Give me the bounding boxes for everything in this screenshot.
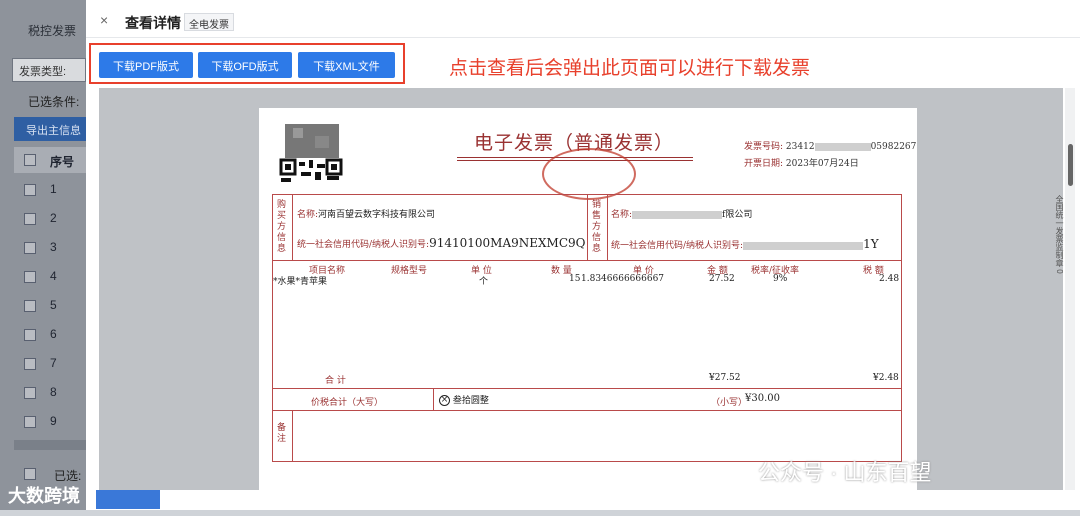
buyer-name: 名称:河南百望云数字科技有限公司 xyxy=(297,207,435,220)
seller-name: 名称: f限公司 xyxy=(611,207,752,220)
panel-title: 查看详情 xyxy=(125,15,181,31)
panel-header: × 查看详情 全电发票 xyxy=(86,0,1080,38)
item-rate: 9% xyxy=(773,274,788,284)
download-ofd-button[interactable]: 下载OFD版式 xyxy=(198,52,292,78)
footer-checkbox xyxy=(24,468,36,480)
redacted-block xyxy=(743,241,864,250)
invoice-viewer[interactable]: 电子发票（普通发票） 发票号码: 23412 05982267 开票日期: 202… xyxy=(99,88,1063,508)
row-checkbox xyxy=(24,300,36,312)
buyer-name-label: 名称: xyxy=(297,210,319,220)
row-seq: 7 xyxy=(50,356,57,370)
seller-section-label: 销售方信息 xyxy=(592,200,602,254)
row-checkbox xyxy=(24,213,36,225)
row-seq: 3 xyxy=(50,240,57,254)
tax-seal-icon xyxy=(542,148,636,200)
invoice-sheet: 电子发票（普通发票） 发票号码: 23412 05982267 开票日期: 202… xyxy=(259,108,917,508)
row-checkbox xyxy=(24,416,36,428)
row-checkbox xyxy=(24,271,36,283)
sum-upper: × 叁拾圆整 xyxy=(439,393,489,406)
divider xyxy=(587,195,588,260)
buyer-tax-label: 统一社会信用代码/纳税人识别号: xyxy=(297,240,430,250)
row-checkbox xyxy=(24,329,36,341)
seller-name-value: f限公司 xyxy=(722,210,753,220)
total-amount: ¥27.52 xyxy=(709,373,741,383)
bottom-bar xyxy=(0,510,1080,516)
buyer-section-label: 购买方信息 xyxy=(277,200,287,254)
item-qty: 15 xyxy=(569,274,581,284)
divider xyxy=(273,410,901,411)
screen: 税控发票 发票类型: 已选条件: 导出主信息 序号 已选: 大数跨境 12345… xyxy=(0,0,1080,516)
select-all-checkbox xyxy=(24,154,36,166)
annotation-text: 点击查看后会弹出此页面可以进行下载发票 xyxy=(449,58,811,79)
item-name: *水果*青苹果 xyxy=(273,277,328,287)
item-unit: 个 xyxy=(479,277,489,287)
divider xyxy=(433,388,434,410)
seller-tax-id: 统一社会信用代码/纳税人识别号: 1Y xyxy=(611,237,879,251)
invoice-number: 发票号码: 23412 05982267 xyxy=(744,139,916,152)
download-pdf-button[interactable]: 下载PDF版式 xyxy=(99,52,193,78)
row-checkbox xyxy=(24,358,36,370)
row-checkbox xyxy=(24,387,36,399)
sum-upper-value: 叁拾圆整 xyxy=(452,396,489,406)
row-seq: 6 xyxy=(50,327,57,341)
background-list-panel: 税控发票 发票类型: 已选条件: 导出主信息 序号 已选: 大数跨境 12345… xyxy=(0,0,86,516)
close-icon[interactable]: × xyxy=(100,12,108,28)
buyer-name-value: 河南百望云数字科技有限公司 xyxy=(318,210,436,220)
number-label: 发票号码: xyxy=(744,142,784,152)
divider xyxy=(273,388,901,389)
row-seq: 9 xyxy=(50,414,57,428)
side-print-text: 全国统一发票监制章 0 xyxy=(1055,195,1064,274)
row-seq: 4 xyxy=(50,269,57,283)
watermark-text: 大数跨境 xyxy=(8,486,80,506)
sum-small-value: ¥30.00 xyxy=(745,393,780,404)
cross-circle-icon: × xyxy=(439,395,450,406)
horizontal-scrollbar xyxy=(14,440,86,450)
redacted-block xyxy=(632,210,723,219)
menu-title: 税控发票 xyxy=(28,24,77,38)
row-checkbox xyxy=(24,184,36,196)
divider xyxy=(292,410,293,462)
qr-code-icon xyxy=(279,122,345,184)
number-prefix: 23412 xyxy=(785,142,815,152)
divider xyxy=(292,195,293,260)
divider xyxy=(607,195,608,260)
seller-tax-label: 统一社会信用代码/纳税人识别号: xyxy=(611,241,744,251)
date-label: 开票日期: xyxy=(744,159,784,169)
number-suffix: 05982267 xyxy=(870,142,917,152)
item-amount: 27.52 xyxy=(709,274,735,284)
selected-conditions-label: 已选条件: xyxy=(28,95,80,109)
row-seq: 8 xyxy=(50,385,57,399)
date-value: 2023年07月24日 xyxy=(785,159,859,169)
row-seq: 5 xyxy=(50,298,57,312)
footer-button xyxy=(96,487,160,509)
sum-label: 价税合计（大写） xyxy=(311,398,384,408)
scrollbar-thumb[interactable] xyxy=(1068,144,1073,186)
invoice-type-select: 发票类型: xyxy=(12,58,86,82)
total-tax: ¥2.48 xyxy=(873,373,899,383)
remark-label: 备注 xyxy=(277,423,287,444)
table-header: 序号 xyxy=(14,147,86,173)
seq-header: 序号 xyxy=(50,155,75,169)
download-xml-button[interactable]: 下载XML文件 xyxy=(298,52,395,78)
row-seq: 2 xyxy=(50,211,57,225)
redacted-block xyxy=(814,142,871,151)
seller-name-label: 名称: xyxy=(611,210,633,220)
item-price: 1.8346666666667 xyxy=(581,274,665,284)
wechat-watermark: 公众号 · 山东百望 xyxy=(758,460,932,485)
invoice-kind-tag: 全电发票 xyxy=(184,13,234,31)
row-checkbox xyxy=(24,242,36,254)
total-label: 合 计 xyxy=(325,376,346,386)
seller-tax-value: 1Y xyxy=(863,237,879,251)
header-spec: 规格型号 xyxy=(391,266,428,276)
sum-small-label: （小写） xyxy=(711,398,748,408)
divider xyxy=(273,260,901,261)
invoice-table: 购买方信息 销售方信息 名称:河南百望云数字科技有限公司 统一社会信用代码/纳税… xyxy=(272,194,902,462)
buyer-tax-id: 统一社会信用代码/纳税人识别号:91410100MA9NEXMC9Q xyxy=(297,236,586,250)
detail-panel: × 查看详情 全电发票 下载PDF版式 下载OFD版式 下载XML文件 点击查看… xyxy=(86,0,1080,508)
buyer-tax-value: 91410100MA9NEXMC9Q xyxy=(429,236,586,250)
item-tax: 2.48 xyxy=(879,274,900,284)
row-seq: 1 xyxy=(50,182,57,196)
export-button: 导出主信息 xyxy=(14,117,86,141)
invoice-date: 开票日期: 2023年07月24日 xyxy=(744,156,859,169)
